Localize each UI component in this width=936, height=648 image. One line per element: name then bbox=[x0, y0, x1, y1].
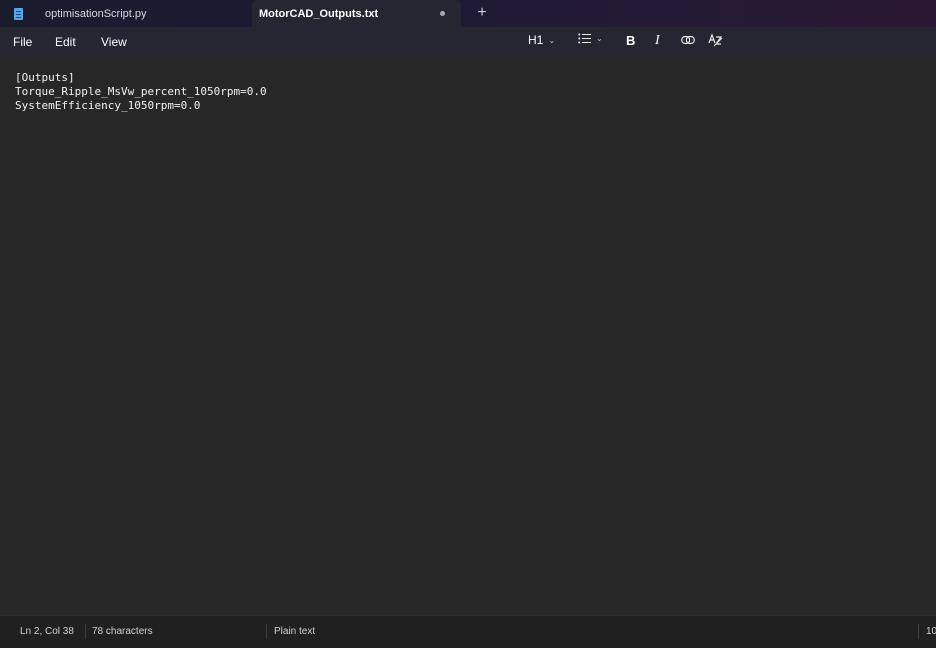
editor-line: Torque_Ripple_MsVw_percent_1050rpm=0.0 bbox=[15, 85, 267, 98]
text-editor-area[interactable]: [Outputs] Torque_Ripple_MsVw_percent_1050… bbox=[0, 56, 936, 615]
character-count: 78 characters bbox=[92, 626, 153, 637]
status-divider bbox=[918, 624, 919, 639]
menu-file[interactable]: File bbox=[13, 35, 32, 49]
bold-button[interactable]: B bbox=[626, 33, 635, 48]
tab-label: MotorCAD_Outputs.txt bbox=[259, 7, 379, 20]
file-type[interactable]: Plain text bbox=[274, 626, 315, 637]
tab-motorcad-outputs[interactable]: MotorCAD_Outputs.txt bbox=[252, 0, 461, 27]
list-dropdown[interactable]: ⌄ bbox=[578, 33, 603, 44]
zoom-level[interactable]: 10 bbox=[926, 626, 936, 637]
link-button[interactable] bbox=[681, 35, 695, 45]
editor-line: [Outputs] bbox=[15, 71, 75, 84]
heading-label: H1 bbox=[528, 33, 544, 47]
tab-label: optimisationScript.py bbox=[45, 7, 147, 20]
status-divider bbox=[85, 624, 86, 639]
new-tab-button[interactable]: + bbox=[474, 3, 490, 23]
status-divider bbox=[266, 624, 267, 639]
menu-bar: File Edit View H1 ⌄ ⌄ B I bbox=[0, 27, 936, 56]
tab-bar: optimisationScript.py MotorCAD_Outputs.t… bbox=[0, 0, 936, 27]
unsaved-dot-icon[interactable] bbox=[440, 11, 445, 16]
bullet-list-icon bbox=[578, 33, 591, 44]
spellcheck-icon bbox=[708, 33, 723, 47]
menu-view[interactable]: View bbox=[101, 35, 127, 49]
status-bar: Ln 2, Col 38 78 characters Plain text 10 bbox=[0, 615, 936, 648]
editor-line: SystemEfficiency_1050rpm=0.0 bbox=[15, 99, 201, 112]
notepad-icon bbox=[14, 7, 23, 20]
cursor-position[interactable]: Ln 2, Col 38 bbox=[20, 626, 74, 637]
spellcheck-button[interactable] bbox=[708, 33, 723, 47]
heading-dropdown[interactable]: H1 ⌄ bbox=[528, 33, 555, 47]
link-icon bbox=[681, 35, 695, 45]
menu-edit[interactable]: Edit bbox=[55, 35, 76, 49]
chevron-down-icon: ⌄ bbox=[548, 35, 556, 45]
chevron-down-icon: ⌄ bbox=[596, 34, 603, 43]
italic-button[interactable]: I bbox=[655, 33, 660, 49]
editor-content[interactable]: [Outputs] Torque_Ripple_MsVw_percent_1050… bbox=[15, 71, 267, 113]
tab-optimisation-script[interactable]: optimisationScript.py bbox=[0, 0, 252, 27]
